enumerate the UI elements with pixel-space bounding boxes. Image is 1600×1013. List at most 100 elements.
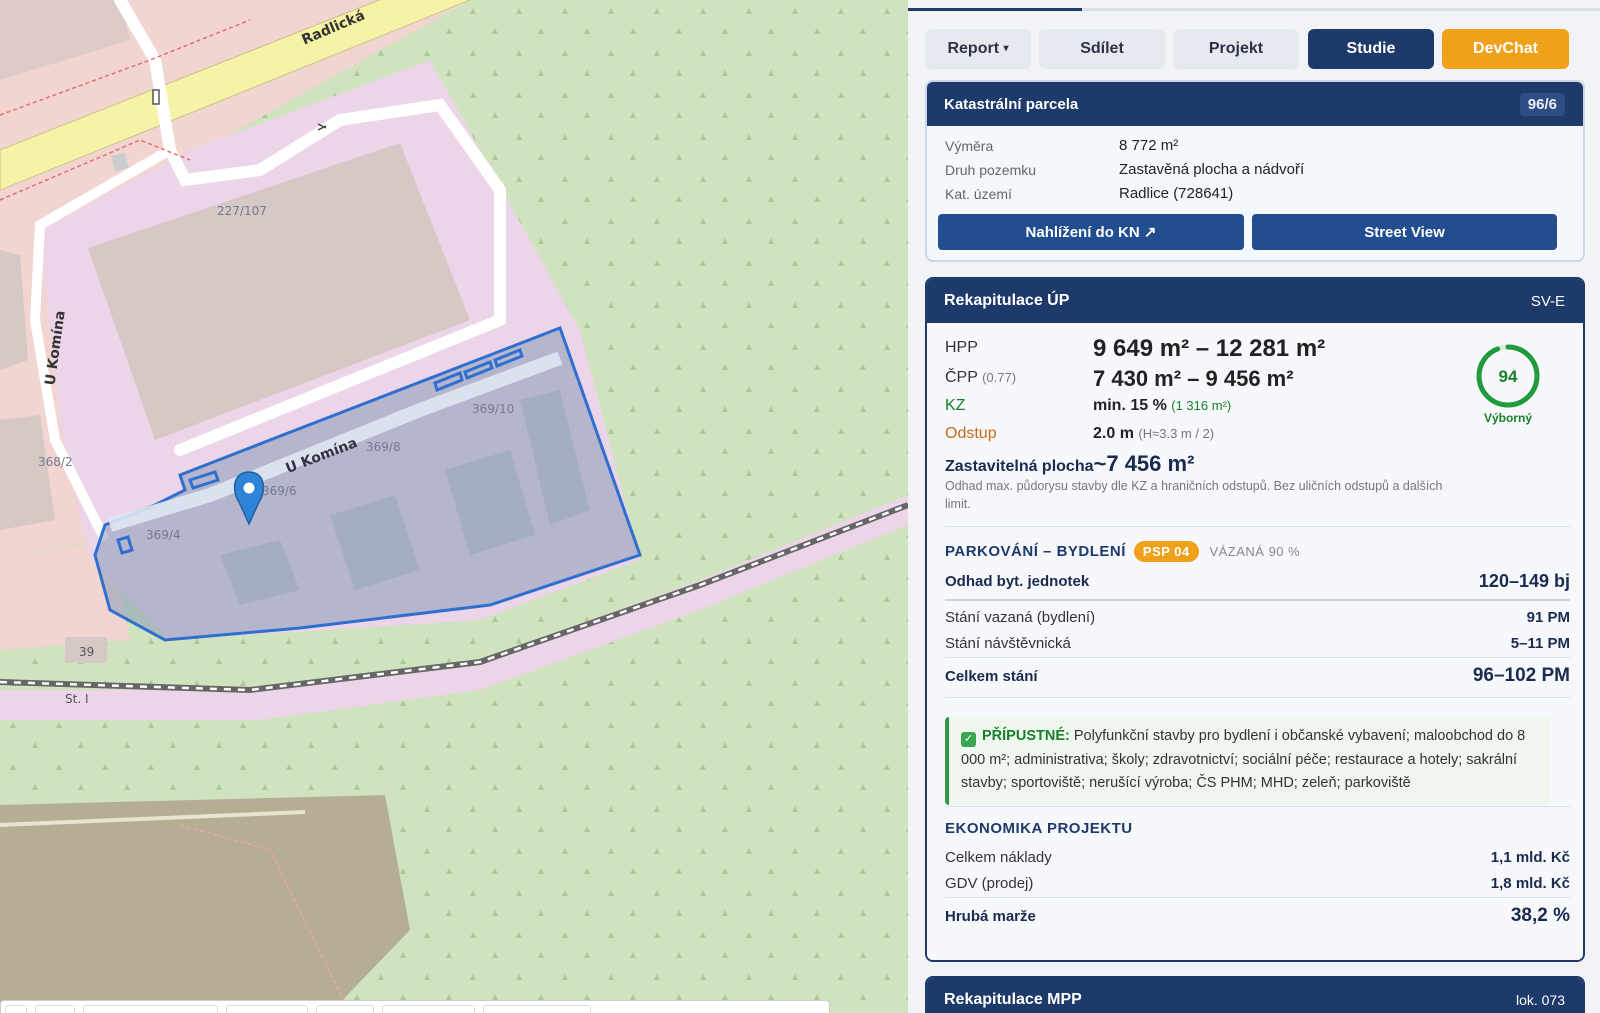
parcel-label: 369/10 [472, 402, 515, 416]
share-button[interactable]: Sdílet [1039, 29, 1165, 69]
hpp-value: 9 649 m² – 12 281 m² [1093, 335, 1326, 362]
units-value: 120–149 bj [1478, 571, 1570, 591]
gdv-value: 1,8 mld. Kč [1490, 875, 1570, 892]
divider [945, 897, 1570, 898]
divider [945, 526, 1570, 527]
cost-value: 1,1 mld. Kč [1490, 849, 1570, 866]
parcel-number-badge: 96/6 [1519, 92, 1565, 116]
bound-parking-row: Stání vazaná (bydlení) 91 PM [945, 609, 1570, 626]
territory-value: Radlice (728641) [1119, 185, 1234, 202]
area-label: Výměra [945, 138, 994, 154]
divider [945, 599, 1570, 601]
total-parking-label: Celkem stání [945, 667, 1038, 685]
cpp-value: 7 430 m² – 9 456 m² [1093, 366, 1294, 391]
cadastre-card-header: Katastrální parcela 96/6 [927, 82, 1583, 126]
cpp-row: ČPP (0.77) 7 430 m² – 9 456 m² [945, 366, 1465, 397]
toolbar-slot[interactable] [83, 1005, 218, 1013]
panel-tab-indicator-active [908, 8, 1082, 11]
visitor-parking-row: Stání návštěvnická 5–11 PM [945, 635, 1570, 652]
side-panel: Report ▾ Sdílet Projekt Studie DevChat K… [908, 0, 1600, 1013]
action-tabs: Report ▾ Sdílet Projekt Studie DevChat [925, 29, 1585, 69]
margin-row: Hrubá marže 38,2 % [945, 905, 1570, 927]
devchat-button[interactable]: DevChat [1442, 29, 1569, 69]
report-button[interactable]: Report ▾ [925, 29, 1031, 69]
kz-row: KZ min. 15 % (1 316 m²) [945, 397, 1465, 423]
setback-formula: (H≈3.3 m / 2) [1138, 426, 1215, 441]
territory-label: Kat. území [945, 186, 1012, 202]
parcel-label: 369/8 [366, 440, 401, 454]
cpp-label: ČPP [945, 369, 978, 386]
parcel-label: 369/6 [262, 484, 297, 498]
parking-title-row: PARKOVÁNÍ – BYDLENÍ PSP 04 VÁZANÁ 90 % [945, 541, 1300, 562]
land-type-value: Zastavěná plocha a nádvoří [1119, 161, 1305, 178]
map-view[interactable]: Radlická U Komína U Komína 227/107 369/1… [0, 0, 908, 1013]
bound-parking-value: 91 PM [1526, 609, 1570, 626]
map-toolbar [0, 1000, 830, 1013]
buildable-area-value: ~7 456 m² [1093, 451, 1195, 476]
gdv-label: GDV (prodej) [945, 875, 1034, 892]
setback-value-group: 2.0 m (H≈3.3 m / 2) [1093, 425, 1214, 443]
mpp-code: lok. 073 [1515, 992, 1565, 1008]
toolbar-slot[interactable] [5, 1005, 27, 1013]
area-value: 8 772 m² [1119, 137, 1179, 154]
toolbar-slot[interactable] [483, 1005, 591, 1013]
total-parking-value: 96–102 PM [1472, 665, 1570, 686]
house-number-label: St. I [65, 692, 89, 706]
divider [945, 657, 1570, 658]
zoning-summary-card: Rekapitulace ÚP SV-E HPP 9 649 m² – 12 2… [925, 277, 1585, 962]
parking-title: PARKOVÁNÍ – BYDLENÍ [945, 543, 1126, 560]
mpp-card-header: Rekapitulace MPP lok. 073 [927, 978, 1583, 1013]
setback-label: Odstup [945, 425, 997, 442]
zoning-title: Rekapitulace ÚP [944, 292, 1070, 309]
total-parking-row: Celkem stání 96–102 PM [945, 665, 1570, 687]
kz-value-group: min. 15 % (1 316 m²) [1093, 397, 1231, 415]
economics-title: EKONOMIKA PROJEKTU [945, 820, 1133, 837]
cpp-label-group: ČPP (0.77) [945, 369, 1016, 387]
mpp-summary-card[interactable]: Rekapitulace MPP lok. 073 [925, 976, 1585, 1013]
visitor-parking-label: Stání návštěvnická [945, 635, 1071, 652]
cost-label: Celkem náklady [945, 849, 1052, 866]
panel-tab-indicator [908, 8, 1600, 11]
buildable-area-label: Zastavitelná plocha [945, 458, 1094, 475]
cadastre-card: Katastrální parcela 96/6 Výměra 8 772 m²… [925, 80, 1585, 262]
project-button[interactable]: Projekt [1173, 29, 1299, 69]
psp-badge: PSP 04 [1133, 541, 1199, 562]
toolbar-slot[interactable] [35, 1005, 75, 1013]
setback-value: 2.0 m [1093, 425, 1134, 442]
margin-label: Hrubá marže [945, 907, 1036, 925]
mpp-title: Rekapitulace MPP [944, 991, 1082, 1008]
toolbar-slot[interactable] [382, 1005, 475, 1013]
study-button[interactable]: Studie [1308, 29, 1434, 69]
toolbar-slot[interactable] [316, 1005, 374, 1013]
units-label: Odhad byt. jednotek [945, 573, 1090, 590]
cadastre-lookup-button[interactable]: Nahlížení do KN ↗ [938, 214, 1244, 250]
cadastre-title: Katastrální parcela [944, 95, 1079, 113]
gdv-row: GDV (prodej) 1,8 mld. Kč [945, 875, 1570, 892]
kz-label: KZ [945, 397, 966, 414]
bound-ratio: VÁZANÁ 90 % [1209, 544, 1301, 559]
bound-parking-label: Stání vazaná (bydlení) [945, 609, 1096, 626]
visitor-parking-value: 5–11 PM [1510, 635, 1570, 652]
house-number-label: 39 [79, 645, 95, 659]
hpp-label: HPP [945, 339, 978, 356]
margin-value: 38,2 % [1510, 905, 1570, 926]
kz-value: min. 15 % [1093, 397, 1167, 414]
zoning-card-header: Rekapitulace ÚP SV-E [927, 279, 1583, 323]
report-label: Report [947, 40, 1000, 57]
hpp-row: HPP 9 649 m² – 12 281 m² [945, 335, 1465, 367]
street-view-button[interactable]: Street View [1252, 214, 1557, 250]
parcel-label: 368/2 [38, 455, 73, 469]
chevron-down-icon: ▾ [1003, 43, 1009, 54]
buildable-area-row: Zastavitelná plocha~7 456 m² [945, 451, 1194, 477]
buildable-area-note: Odhad max. půdorysu stavby dle KZ a hran… [945, 479, 1443, 511]
score-label: Výborný [1483, 411, 1532, 425]
cost-row: Celkem náklady 1,1 mld. Kč [945, 849, 1570, 866]
land-type-label: Druh pozemku [945, 162, 1037, 178]
kz-area: (1 316 m²) [1171, 398, 1232, 413]
parcel-label: 227/107 [217, 204, 267, 218]
score-value: 94 [1499, 367, 1518, 386]
divider [945, 697, 1570, 698]
permitted-label: PŘÍPUSTNÉ: [982, 728, 1070, 744]
units-row: Odhad byt. jednotek 120–149 bj [945, 571, 1570, 592]
toolbar-slot[interactable] [226, 1005, 308, 1013]
